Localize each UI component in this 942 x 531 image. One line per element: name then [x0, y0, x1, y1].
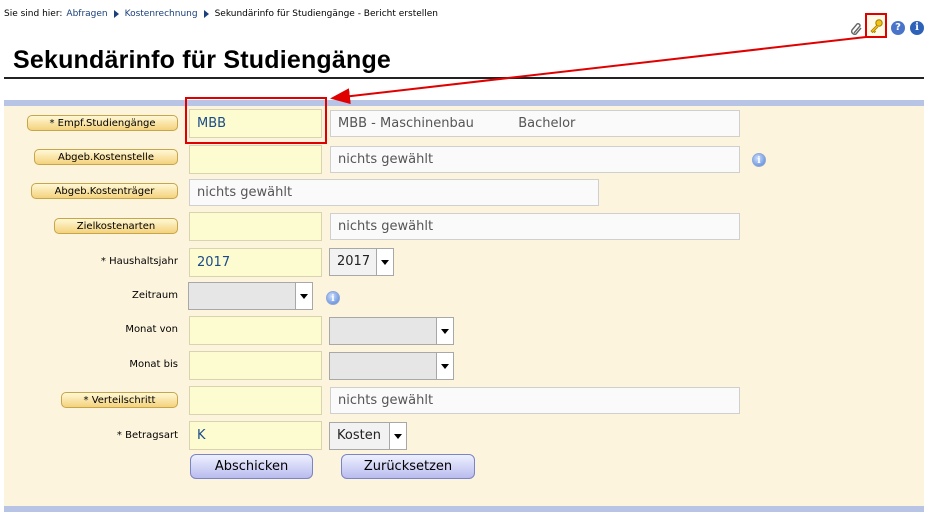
annotation-arrow: [330, 36, 867, 105]
